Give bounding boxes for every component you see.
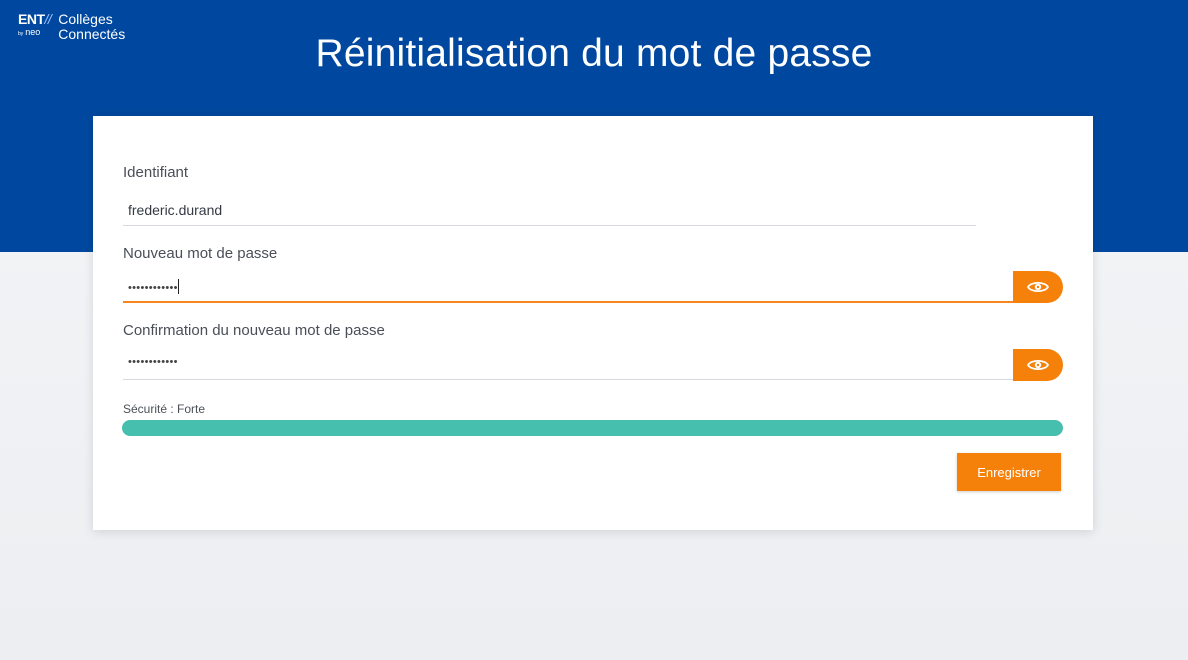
text-caret (177, 279, 179, 294)
show-confirm-password-button[interactable] (1013, 349, 1063, 381)
new-password-input[interactable]: •••••••••••• (128, 279, 179, 294)
page-title: Réinitialisation du mot de passe (315, 32, 873, 75)
save-button[interactable]: Enregistrer (957, 453, 1061, 491)
logo-line1: Collèges (58, 11, 113, 27)
show-new-password-button[interactable] (1013, 271, 1063, 303)
password-strength-label: Sécurité : Forte (123, 402, 206, 416)
identifier-label: Identifiant (123, 164, 189, 181)
identifier-input[interactable] (123, 194, 976, 225)
reset-password-card: Identifiant Nouveau mot de passe •••••••… (93, 116, 1093, 530)
confirm-password-input[interactable]: •••••••••••• (128, 356, 178, 368)
eye-icon (1027, 359, 1049, 371)
confirm-password-field[interactable]: •••••••••••• (123, 348, 1013, 380)
new-password-field[interactable]: •••••••••••• (123, 271, 1013, 303)
confirm-password-label: Confirmation du nouveau mot de passe (123, 322, 385, 339)
password-strength-fill (122, 420, 1063, 436)
logo-ent: ENT// (18, 11, 52, 27)
identifier-field[interactable] (123, 194, 976, 226)
eye-icon (1027, 281, 1049, 293)
password-strength-bar (122, 420, 1063, 436)
new-password-label: Nouveau mot de passe (123, 245, 278, 262)
